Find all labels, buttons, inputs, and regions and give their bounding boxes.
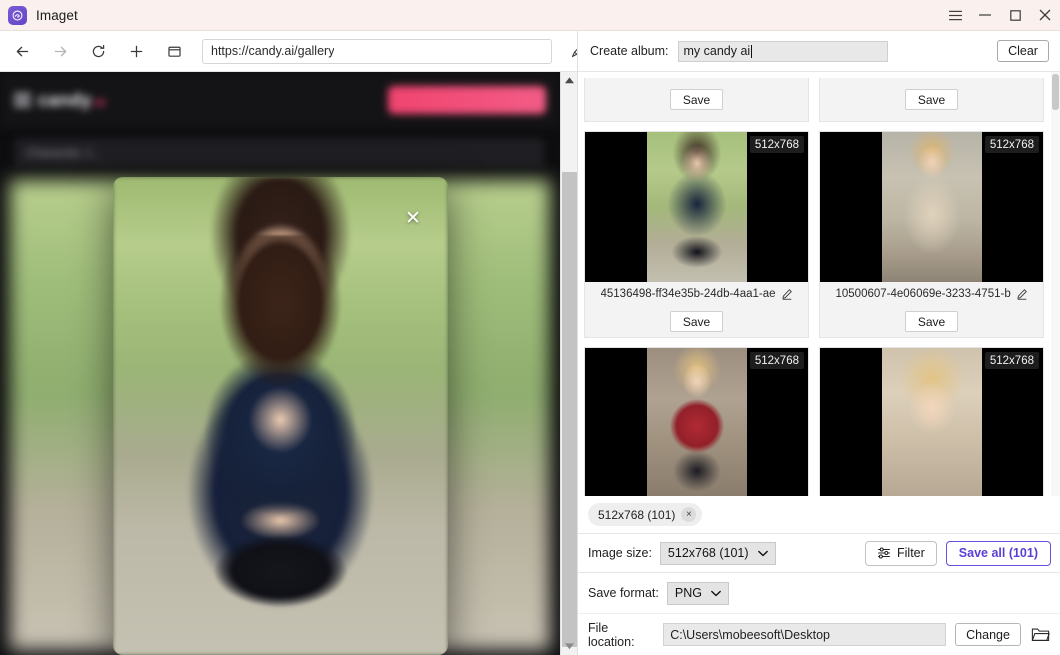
create-album-label: Create album: bbox=[590, 44, 669, 58]
file-path-value[interactable]: C:\Users\mobeesoft\Desktop bbox=[663, 623, 947, 646]
thumbnail-photo bbox=[881, 348, 982, 496]
resolution-badge: 512x768 bbox=[984, 136, 1039, 153]
save-format-value: PNG bbox=[674, 586, 702, 600]
imaget-app-window: Imaget https://candy.ai/gallery candy.ai… bbox=[0, 0, 1060, 655]
panel-scrollbar[interactable] bbox=[1051, 72, 1060, 496]
title-bar: Imaget bbox=[0, 0, 1060, 31]
filter-label: Filter bbox=[897, 546, 925, 560]
save-format-label: Save format: bbox=[588, 586, 659, 600]
clear-button[interactable]: Clear bbox=[997, 40, 1049, 62]
image-size-label: Image size: bbox=[588, 546, 652, 560]
imaget-side-panel: Create album: my candy ai Clear Save Sav… bbox=[577, 31, 1060, 655]
scroll-up-icon[interactable] bbox=[561, 72, 578, 89]
sliders-filter-icon bbox=[878, 547, 890, 559]
image-thumbnail[interactable]: 512x768 bbox=[585, 348, 808, 496]
image-card-partial[interactable]: Save bbox=[819, 78, 1044, 122]
image-size-row: Image size: 512x768 (101) Filter Save al… bbox=[578, 534, 1060, 573]
size-filter-chip[interactable]: 512x768 (101) × bbox=[588, 503, 703, 526]
image-thumbnail[interactable]: 512x768 bbox=[820, 348, 1043, 496]
image-lightbox-modal[interactable]: ✕ bbox=[113, 177, 448, 655]
scroll-down-icon[interactable] bbox=[561, 638, 578, 655]
image-card[interactable]: 512x768 bbox=[819, 347, 1044, 496]
active-filter-chips: 512x768 (101) × bbox=[578, 496, 1060, 534]
site-logo-text: candy.ai bbox=[38, 89, 106, 110]
image-thumbnail[interactable]: 512x768 bbox=[585, 132, 808, 282]
lightbox-figure bbox=[113, 235, 448, 655]
image-card[interactable]: 512x768 bbox=[584, 347, 809, 496]
chevron-down-icon bbox=[757, 550, 768, 556]
grid-row: 512x768 45136498-ff34e35b-24db-4aa1-aec … bbox=[584, 131, 1055, 338]
image-card-partial[interactable]: Save bbox=[584, 78, 809, 122]
chevron-down-icon bbox=[711, 590, 721, 596]
candy-logo[interactable]: candy.ai bbox=[14, 88, 144, 112]
embedded-browser-view[interactable]: candy.ai Character, t... ✕ Explore bbox=[0, 72, 560, 655]
save-button[interactable]: Save bbox=[670, 311, 723, 332]
image-filename-row[interactable]: 45136498-ff34e35b-24db-4aa1-aec bbox=[585, 282, 808, 306]
grid-row-partial: Save Save bbox=[584, 78, 1055, 122]
resolution-badge: 512x768 bbox=[984, 352, 1039, 369]
save-format-row: Save format: PNG bbox=[578, 573, 1060, 613]
close-icon[interactable]: ✕ bbox=[400, 205, 426, 231]
webview-scrollbar[interactable] bbox=[560, 72, 577, 655]
thumbnail-photo bbox=[646, 348, 747, 496]
image-size-select[interactable]: 512x768 (101) bbox=[659, 541, 776, 565]
folder-open-icon[interactable] bbox=[1030, 624, 1051, 646]
image-size-value: 512x768 (101) bbox=[667, 546, 749, 560]
image-filename-row[interactable]: 10500607-4e06069e-3233-4751-b5 bbox=[820, 282, 1043, 306]
album-name-value: my candy ai bbox=[683, 44, 751, 58]
url-input[interactable]: https://candy.ai/gallery bbox=[202, 38, 552, 64]
app-title: Imaget bbox=[36, 7, 78, 23]
save-all-button[interactable]: Save all (101) bbox=[945, 540, 1051, 566]
reload-icon[interactable] bbox=[82, 35, 114, 67]
save-format-select[interactable]: PNG bbox=[666, 581, 729, 605]
scrollbar-thumb[interactable] bbox=[562, 172, 577, 647]
text-caret bbox=[751, 44, 753, 58]
image-card[interactable]: 512x768 10500607-4e06069e-3233-4751-b5 S… bbox=[819, 131, 1044, 338]
save-button[interactable]: Save bbox=[905, 89, 958, 110]
pencil-edit-icon[interactable] bbox=[781, 288, 793, 300]
resolution-badge: 512x768 bbox=[749, 352, 804, 369]
chip-label: 512x768 (101) bbox=[598, 507, 676, 522]
back-arrow-icon[interactable] bbox=[6, 35, 38, 67]
image-filename: 10500607-4e06069e-3233-4751-b5 bbox=[835, 288, 1011, 300]
app-logo-icon bbox=[8, 5, 27, 25]
plus-icon[interactable] bbox=[120, 35, 152, 67]
image-thumbnail[interactable]: 512x768 bbox=[820, 132, 1043, 282]
maximize-button[interactable] bbox=[1000, 0, 1030, 31]
save-row: Save bbox=[585, 306, 808, 337]
close-button[interactable] bbox=[1030, 0, 1060, 31]
change-location-button[interactable]: Change bbox=[955, 623, 1021, 646]
file-location-label: File location: bbox=[588, 620, 635, 649]
url-text: https://candy.ai/gallery bbox=[211, 44, 335, 58]
image-filename: 45136498-ff34e35b-24db-4aa1-aec bbox=[600, 288, 776, 300]
image-card[interactable]: 512x768 45136498-ff34e35b-24db-4aa1-aec … bbox=[584, 131, 809, 338]
filter-button[interactable]: Filter bbox=[865, 540, 937, 566]
thumbnail-photo bbox=[881, 132, 982, 282]
site-search-input[interactable]: Character, t... bbox=[14, 138, 544, 168]
window-list-icon[interactable] bbox=[158, 35, 190, 67]
site-menu-icon[interactable] bbox=[14, 93, 31, 107]
minimize-button[interactable] bbox=[970, 0, 1000, 31]
scrollbar-thumb[interactable] bbox=[1052, 74, 1059, 110]
file-location-row: File location: C:\Users\mobeesoft\Deskto… bbox=[578, 613, 1060, 655]
album-name-input[interactable]: my candy ai bbox=[677, 40, 888, 62]
site-search-placeholder: Character, t... bbox=[26, 146, 102, 160]
save-button[interactable]: Save bbox=[670, 89, 723, 110]
save-row: Save bbox=[820, 306, 1043, 337]
chip-remove-icon[interactable]: × bbox=[681, 507, 697, 522]
create-album-row: Create album: my candy ai Clear bbox=[578, 31, 1060, 72]
thumbnail-photo bbox=[646, 132, 747, 282]
menu-button[interactable] bbox=[940, 0, 970, 31]
grid-row: 512x768 512x768 bbox=[584, 347, 1055, 496]
window-controls bbox=[940, 0, 1060, 31]
pencil-edit-icon[interactable] bbox=[1016, 288, 1028, 300]
image-results-grid[interactable]: Save Save 512x768 45136498-ff34e35b-24db… bbox=[578, 72, 1060, 496]
save-button[interactable]: Save bbox=[905, 311, 958, 332]
site-cta-button[interactable] bbox=[388, 86, 546, 114]
resolution-badge: 512x768 bbox=[749, 136, 804, 153]
forward-arrow-icon[interactable] bbox=[44, 35, 76, 67]
